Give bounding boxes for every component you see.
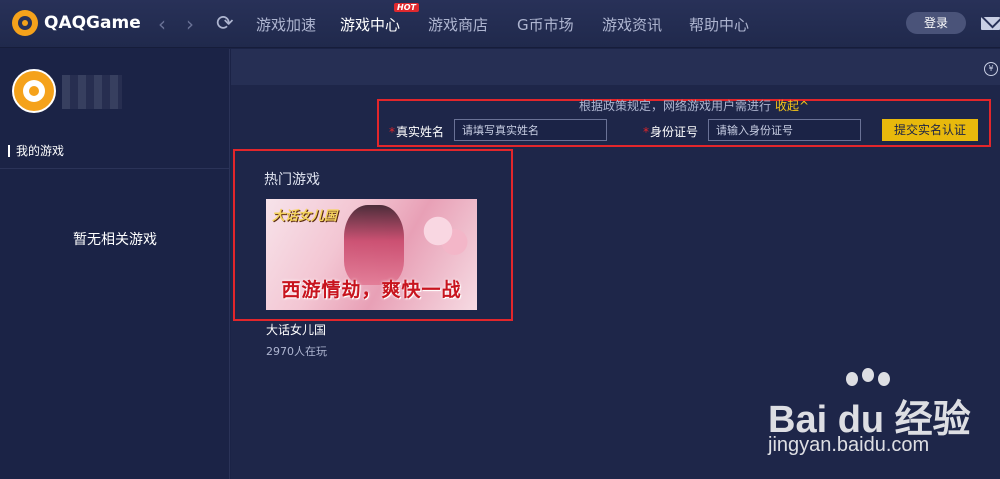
realname-input[interactable]: [454, 119, 607, 141]
required-mark: *: [643, 125, 649, 139]
top-bar: QAQGame ‹ › ⟳ 游戏加速 游戏中心 游戏商店 G币市场 游戏资讯 帮…: [0, 0, 1000, 48]
tab-game-news[interactable]: 游戏资讯: [602, 14, 662, 35]
game-player-count: 2970人在玩: [266, 345, 327, 358]
id-number-label: *身份证号: [643, 123, 698, 140]
id-number-input[interactable]: [708, 119, 861, 141]
game-banner[interactable]: 大话女儿国 西游情劫，爽快一战: [266, 199, 477, 310]
banner-slogan: 西游情劫，爽快一战: [281, 279, 462, 301]
tab-game-center[interactable]: 游戏中心: [340, 14, 400, 35]
realname-label-text: 真实姓名: [396, 125, 445, 139]
id-number-label-text: 身份证号: [650, 125, 699, 139]
tab-gcoin-market[interactable]: G币市场: [517, 14, 574, 35]
back-arrow-icon[interactable]: ‹: [158, 12, 166, 36]
app-brand: QAQGame: [44, 13, 141, 33]
banner-game-logo: 大话女儿国: [272, 209, 338, 224]
realname-label: *真实姓名: [389, 123, 444, 140]
sidebar-item-my-games[interactable]: 我的游戏: [8, 145, 64, 157]
login-button[interactable]: 登录: [906, 12, 966, 34]
required-mark: *: [389, 125, 395, 139]
tab-help-center[interactable]: 帮助中心: [689, 14, 749, 35]
policy-notice: 根据政策规定，网络游戏用户需进行 收起^: [579, 97, 809, 114]
avatar[interactable]: [12, 69, 56, 113]
hot-games-title: 热门游戏: [264, 172, 320, 188]
sidebar: 我的游戏 暂无相关游戏: [0, 49, 230, 479]
coin-icon[interactable]: ¥: [984, 62, 998, 76]
policy-text: 根据政策规定，网络游戏用户需进行: [579, 99, 772, 113]
tab-game-store[interactable]: 游戏商店: [428, 14, 488, 35]
mail-icon[interactable]: [981, 17, 1000, 30]
banner-character: [344, 205, 404, 285]
realname-verification-panel: 根据政策规定，网络游戏用户需进行收起^ *真实姓名 *身份证号 提交实名认证: [377, 99, 991, 147]
refresh-icon[interactable]: ⟳: [216, 11, 234, 35]
hot-badge: HOT: [394, 3, 419, 12]
banner-petals: [416, 209, 471, 264]
submit-verification-button[interactable]: 提交实名认证: [882, 119, 978, 141]
username-blurred: [62, 75, 122, 109]
qaq-logo-icon: [12, 10, 38, 36]
tab-game-accelerate[interactable]: 游戏加速: [256, 14, 316, 35]
main-header-strip: ¥: [231, 49, 1000, 85]
forward-arrow-icon[interactable]: ›: [186, 12, 194, 36]
baidu-watermark: Bai du 经验 jingyan.baidu.com: [768, 368, 1000, 468]
sidebar-divider: [0, 168, 230, 169]
empty-games-text: 暂无相关游戏: [73, 232, 157, 248]
collapse-link[interactable]: 收起^: [775, 99, 809, 113]
watermark-url: jingyan.baidu.com: [768, 434, 930, 456]
game-name[interactable]: 大话女儿国: [266, 321, 326, 338]
